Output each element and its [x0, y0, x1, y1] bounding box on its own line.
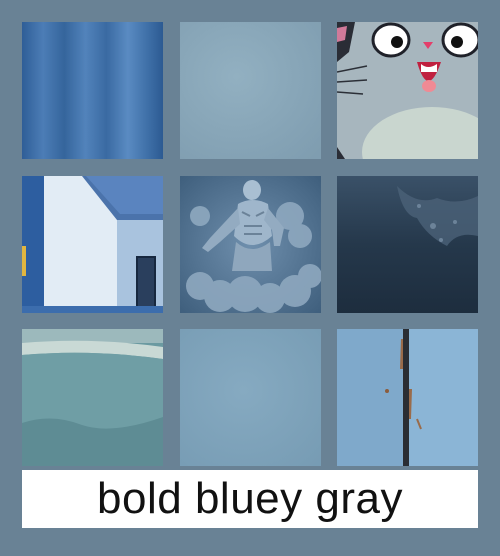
blue-curtain-image — [22, 22, 163, 159]
color-name-caption: bold bluey gray — [22, 470, 478, 528]
cartoon-cat-image — [337, 22, 478, 159]
cloud-strongman-sculpture-image — [180, 176, 321, 313]
teal-bowl-closeup-image — [22, 329, 163, 466]
weathered-blue-wood-image — [337, 329, 478, 466]
blue-white-house-image — [22, 176, 163, 313]
dark-textured-wall-image — [337, 176, 478, 313]
pale-blue-swatch — [180, 329, 321, 466]
plain-blue-gray-swatch — [180, 22, 321, 159]
